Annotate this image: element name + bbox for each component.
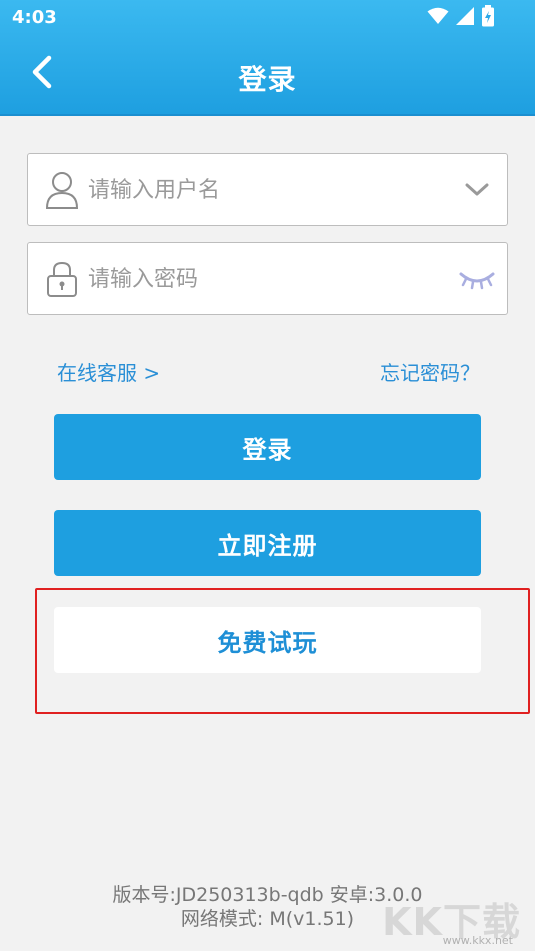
wifi-icon	[427, 7, 449, 29]
page-title: 登录	[238, 63, 297, 96]
status-icons	[427, 5, 495, 31]
eye-closed-icon[interactable]	[457, 261, 497, 297]
user-icon	[44, 170, 80, 210]
lock-icon	[44, 259, 80, 299]
free-trial-button[interactable]: 免费试玩	[54, 607, 481, 673]
username-input[interactable]	[88, 168, 448, 212]
watermark-url: www.kkx.net	[442, 934, 513, 947]
chevron-down-icon[interactable]	[457, 172, 497, 208]
username-field[interactable]	[27, 153, 508, 226]
status-time: 4:03	[12, 7, 57, 28]
online-service-link[interactable]: 在线客服 >	[57, 357, 160, 386]
login-button[interactable]: 登录	[54, 414, 481, 480]
signal-icon	[455, 6, 475, 30]
register-button[interactable]: 立即注册	[54, 510, 481, 576]
forgot-password-link[interactable]: 忘记密码？	[380, 357, 480, 386]
app-header: 4:03 登录	[0, 0, 535, 116]
password-input[interactable]	[88, 257, 448, 301]
watermark: KK下载 www.kkx.net	[377, 891, 527, 947]
password-field[interactable]	[27, 242, 508, 315]
status-bar: 4:03	[0, 0, 535, 36]
battery-icon	[481, 5, 495, 31]
